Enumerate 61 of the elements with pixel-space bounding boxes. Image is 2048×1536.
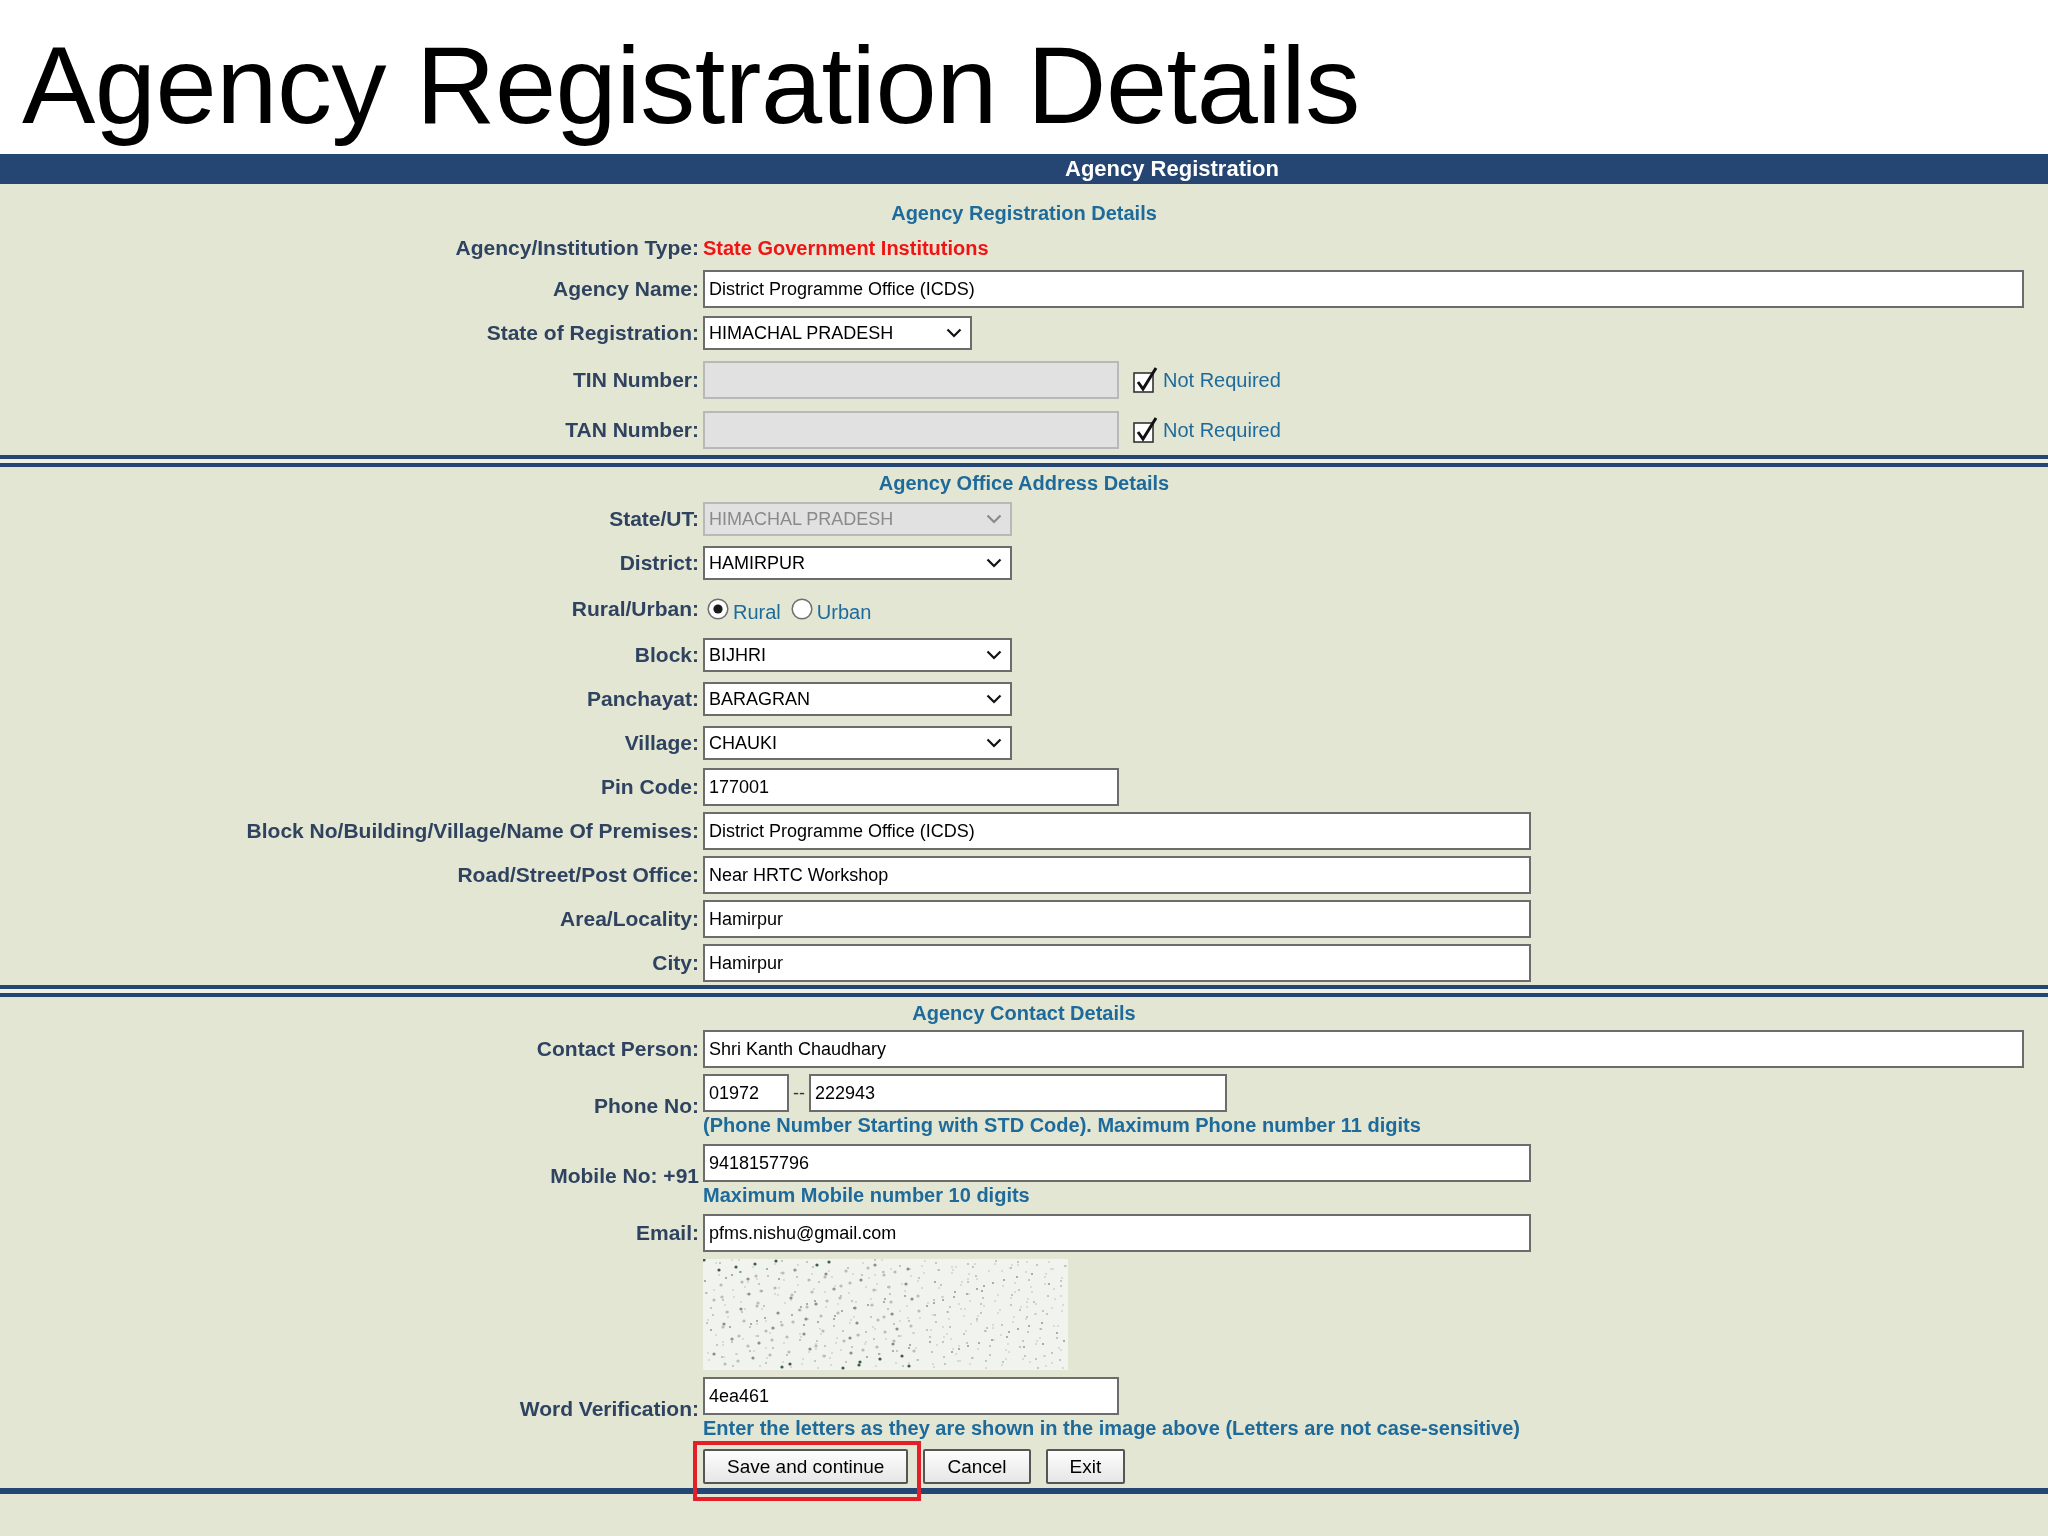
header-bar: Agency Registration <box>0 154 2048 184</box>
text-field[interactable]: Shri Kanth Chaudhary <box>703 1030 2024 1068</box>
hint-text: (Phone Number Starting with STD Code). Maximum Phone number 11 digits <box>703 1113 1421 1138</box>
form-label: Phone No: <box>594 1094 699 1118</box>
section-heading: Agency Registration Details <box>891 201 1157 226</box>
form-label: Agency Name: <box>553 277 699 301</box>
text-field[interactable]: 222943 <box>809 1074 1227 1112</box>
chevron-down-icon <box>986 514 1002 524</box>
hint-text: Maximum Mobile number 10 digits <box>703 1183 1030 1208</box>
form-label: Rural/Urban: <box>571 597 699 621</box>
text-field[interactable]: District Programme Office (ICDS) <box>703 812 1531 850</box>
dropdown[interactable]: HAMIRPUR <box>703 546 1012 580</box>
separator-text: -- <box>792 1081 806 1105</box>
text-field[interactable]: 177001 <box>703 768 1119 806</box>
exit-button[interactable]: Exit <box>1045 1448 1126 1484</box>
radio-label[interactable]: Rural <box>733 597 781 627</box>
text-field[interactable]: Hamirpur <box>703 900 1531 938</box>
form-label: District: <box>619 551 699 575</box>
cancel-button[interactable]: Cancel <box>923 1448 1031 1484</box>
text-field[interactable]: 9418157796 <box>703 1144 1531 1182</box>
chevron-down-icon <box>986 650 1002 660</box>
save-button[interactable]: Save and continue <box>703 1448 909 1484</box>
text-field[interactable]: Near HRTC Workshop <box>703 856 1531 894</box>
form-label: Email: <box>635 1221 699 1245</box>
radio-label[interactable]: Urban <box>816 597 872 627</box>
form-label: Village: <box>624 731 699 755</box>
form-label: Contact Person: <box>536 1037 699 1061</box>
form-label: Panchayat: <box>586 687 699 711</box>
dropdown[interactable]: HIMACHAL PRADESH <box>703 316 972 350</box>
form-label: TAN Number: <box>565 418 699 442</box>
form-label: Agency/Institution Type: <box>455 236 699 260</box>
form-label: State of Registration: <box>486 321 699 345</box>
section-heading: Agency Contact Details <box>912 1001 1136 1026</box>
section-heading: Agency Office Address Details <box>878 471 1170 496</box>
form-label: Word Verification: <box>519 1397 699 1421</box>
chevron-down-icon <box>986 558 1002 568</box>
dropdown[interactable]: CHAUKI <box>703 726 1012 760</box>
form-label: TIN Number: <box>573 368 699 392</box>
form-label: Pin Code: <box>601 775 699 799</box>
dropdown[interactable]: BIJHRI <box>703 638 1012 672</box>
radio-button[interactable] <box>707 598 729 620</box>
form-label: Road/Street/Post Office: <box>457 863 699 887</box>
chevron-down-icon <box>946 328 962 338</box>
chevron-down-icon <box>986 738 1002 748</box>
form-label: Block No/Building/Village/Name Of Premises: <box>246 819 699 843</box>
text-field[interactable]: pfms.nishu@gmail.com <box>703 1214 1531 1252</box>
radio-button[interactable] <box>790 598 813 620</box>
text-field[interactable]: 01972 <box>703 1074 789 1112</box>
form-label: State/UT: <box>609 507 699 531</box>
text-field[interactable]: Hamirpur <box>703 944 1531 982</box>
chevron-down-icon <box>986 694 1002 704</box>
form-label: Mobile No: +91 <box>550 1164 699 1188</box>
field-value: State Government Institutions <box>703 236 989 261</box>
hint-text: Enter the letters as they are shown in the image above (Letters are not case-sensitive) <box>703 1416 1520 1441</box>
dropdown[interactable]: BARAGRAN <box>703 682 1012 716</box>
text-field[interactable]: District Programme Office (ICDS) <box>703 270 2024 308</box>
text-field[interactable]: 4ea461 <box>703 1377 1119 1415</box>
form-label: Area/Locality: <box>560 907 699 931</box>
form-label: City: <box>652 951 699 975</box>
form-label: Block: <box>634 643 699 667</box>
slide-title: Agency Registration Details <box>21 22 1361 148</box>
